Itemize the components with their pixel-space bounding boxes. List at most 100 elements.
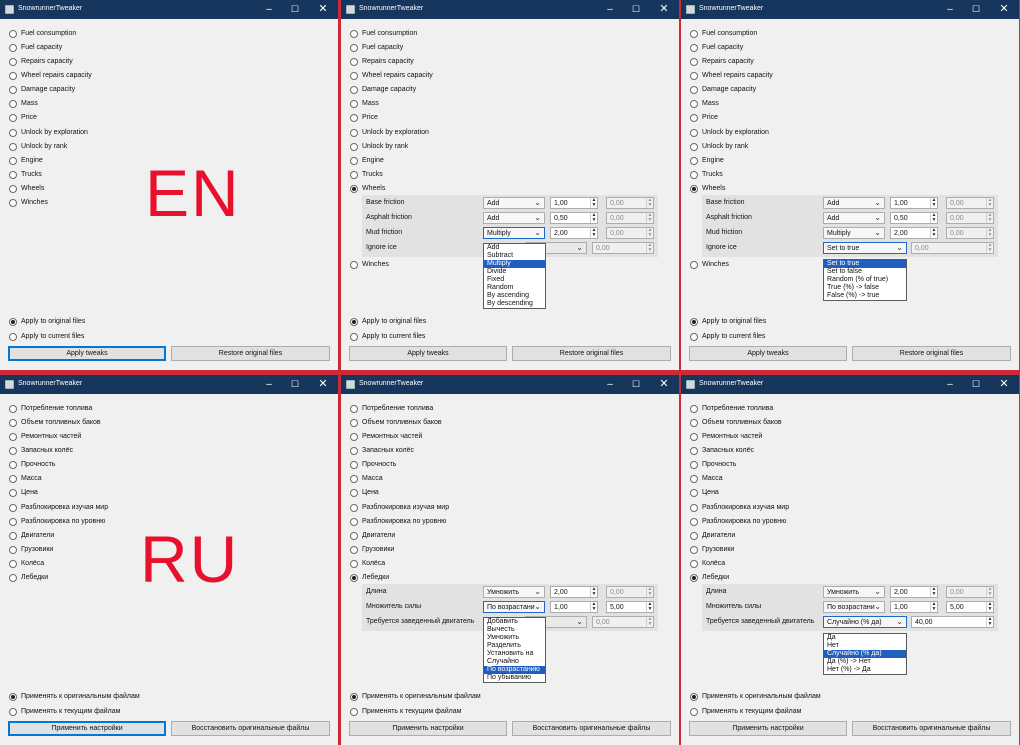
dropdown-option[interactable]: By descending <box>484 300 545 308</box>
radio-button[interactable] <box>690 100 698 108</box>
radio-button[interactable] <box>9 405 17 413</box>
radio-button[interactable] <box>350 405 358 413</box>
operation-select[interactable]: По возрастани ⌄ <box>823 601 885 613</box>
operation-select[interactable]: Add ⌄ <box>823 197 885 209</box>
radio-button[interactable] <box>350 44 358 52</box>
radio-button[interactable] <box>9 318 17 326</box>
value-spinner[interactable]: 2,00 ▲ ▼ <box>890 227 938 239</box>
dropdown-option[interactable]: Divide <box>484 268 545 276</box>
radio-button[interactable] <box>9 489 17 497</box>
operation-select[interactable]: Add ⌄ <box>823 212 885 224</box>
value2-spinner[interactable]: 5,00 ▲ ▼ <box>606 601 654 613</box>
radio-button[interactable] <box>350 318 358 326</box>
radio-button[interactable] <box>690 546 698 554</box>
value-spinner[interactable]: 1,00 ▲ ▼ <box>550 601 598 613</box>
value-spinner[interactable]: 2,00 ▲ ▼ <box>550 586 598 598</box>
radio-button[interactable] <box>350 185 358 193</box>
radio-button[interactable] <box>350 546 358 554</box>
dropdown-option[interactable]: Случайно <box>484 658 545 666</box>
radio-button[interactable] <box>9 129 17 137</box>
dropdown-option[interactable]: Добавить <box>484 618 545 626</box>
spinner-arrows-icon[interactable]: ▲ ▼ <box>646 602 653 612</box>
minimize-icon[interactable]: – <box>943 3 957 16</box>
restore-original-button[interactable]: Restore original files <box>171 346 330 361</box>
operation-select[interactable]: Add ⌄ <box>483 212 545 224</box>
radio-button[interactable] <box>9 143 17 151</box>
value-spinner[interactable]: 1,00 ▲ ▼ <box>550 197 598 209</box>
radio-button[interactable] <box>9 532 17 540</box>
radio-button[interactable] <box>9 171 17 179</box>
maximize-icon[interactable]: ☐ <box>629 3 643 16</box>
radio-button[interactable] <box>350 333 358 341</box>
radio-button[interactable] <box>690 708 698 716</box>
maximize-icon[interactable]: ☐ <box>969 378 983 391</box>
restore-original-button[interactable]: Restore original files <box>852 346 1011 361</box>
radio-button[interactable] <box>9 518 17 526</box>
spinner-arrows-icon[interactable]: ▲ ▼ <box>930 213 937 223</box>
spinner-arrows-icon[interactable]: ▲ ▼ <box>986 617 993 627</box>
minimize-icon[interactable]: – <box>262 378 276 391</box>
spinner-arrows-icon[interactable]: ▲ ▼ <box>590 213 597 223</box>
radio-button[interactable] <box>9 199 17 207</box>
radio-button[interactable] <box>690 433 698 441</box>
close-icon[interactable]: ✕ <box>657 378 671 391</box>
restore-original-button[interactable]: Восстановить оригинальные файлы <box>852 721 1011 736</box>
radio-button[interactable] <box>350 86 358 94</box>
radio-button[interactable] <box>350 447 358 455</box>
radio-button[interactable] <box>350 129 358 137</box>
maximize-icon[interactable]: ☐ <box>969 3 983 16</box>
radio-button[interactable] <box>350 574 358 582</box>
radio-button[interactable] <box>690 261 698 269</box>
radio-button[interactable] <box>350 30 358 38</box>
maximize-icon[interactable]: ☐ <box>629 378 643 391</box>
restore-original-button[interactable]: Восстановить оригинальные файлы <box>171 721 330 736</box>
radio-button[interactable] <box>350 489 358 497</box>
spinner-arrows-icon[interactable]: ▲ ▼ <box>930 228 937 238</box>
radio-button[interactable] <box>9 693 17 701</box>
apply-tweaks-button[interactable]: Применить настройки <box>689 721 847 736</box>
radio-button[interactable] <box>690 114 698 122</box>
radio-button[interactable] <box>690 447 698 455</box>
radio-button[interactable] <box>690 44 698 52</box>
dropdown-option[interactable]: По убыванию <box>484 674 545 682</box>
value-spinner[interactable]: 0,50 ▲ ▼ <box>550 212 598 224</box>
dropdown-option[interactable]: Умножить <box>484 634 545 642</box>
radio-button[interactable] <box>690 58 698 66</box>
radio-button[interactable] <box>9 100 17 108</box>
radio-button[interactable] <box>9 72 17 80</box>
close-icon[interactable]: ✕ <box>316 378 330 391</box>
radio-button[interactable] <box>690 574 698 582</box>
spinner-arrows-icon[interactable]: ▲ ▼ <box>986 602 993 612</box>
radio-button[interactable] <box>690 532 698 540</box>
dropdown-option[interactable]: Вычесть <box>484 626 545 634</box>
minimize-icon[interactable]: – <box>603 378 617 391</box>
spinner-arrows-icon[interactable]: ▲ ▼ <box>590 228 597 238</box>
radio-button[interactable] <box>9 560 17 568</box>
radio-button[interactable] <box>350 58 358 66</box>
radio-button[interactable] <box>690 129 698 137</box>
radio-button[interactable] <box>9 461 17 469</box>
dropdown-option[interactable]: Subtract <box>484 252 545 260</box>
operation-select[interactable]: По возрастани ⌄ <box>483 601 545 613</box>
radio-button[interactable] <box>350 693 358 701</box>
maximize-icon[interactable]: ☐ <box>288 378 302 391</box>
dropdown-option[interactable]: True (%) -> false <box>824 284 906 292</box>
operation-select[interactable]: Multiply ⌄ <box>823 227 885 239</box>
radio-button[interactable] <box>9 58 17 66</box>
radio-button[interactable] <box>690 504 698 512</box>
minimize-icon[interactable]: – <box>262 3 276 16</box>
dropdown-option[interactable]: Разделить <box>484 642 545 650</box>
radio-button[interactable] <box>9 419 17 427</box>
radio-button[interactable] <box>350 708 358 716</box>
radio-button[interactable] <box>9 333 17 341</box>
dropdown-option[interactable]: By ascending <box>484 292 545 300</box>
radio-button[interactable] <box>690 461 698 469</box>
value-spinner[interactable]: 2,00 ▲ ▼ <box>890 586 938 598</box>
value-spinner[interactable]: 1,00 ▲ ▼ <box>890 197 938 209</box>
radio-button[interactable] <box>690 318 698 326</box>
radio-button[interactable] <box>9 546 17 554</box>
dropdown-option[interactable]: Add <box>484 244 545 252</box>
radio-button[interactable] <box>690 157 698 165</box>
dropdown-option[interactable]: Да <box>824 634 906 642</box>
spinner-arrows-icon[interactable]: ▲ ▼ <box>590 602 597 612</box>
